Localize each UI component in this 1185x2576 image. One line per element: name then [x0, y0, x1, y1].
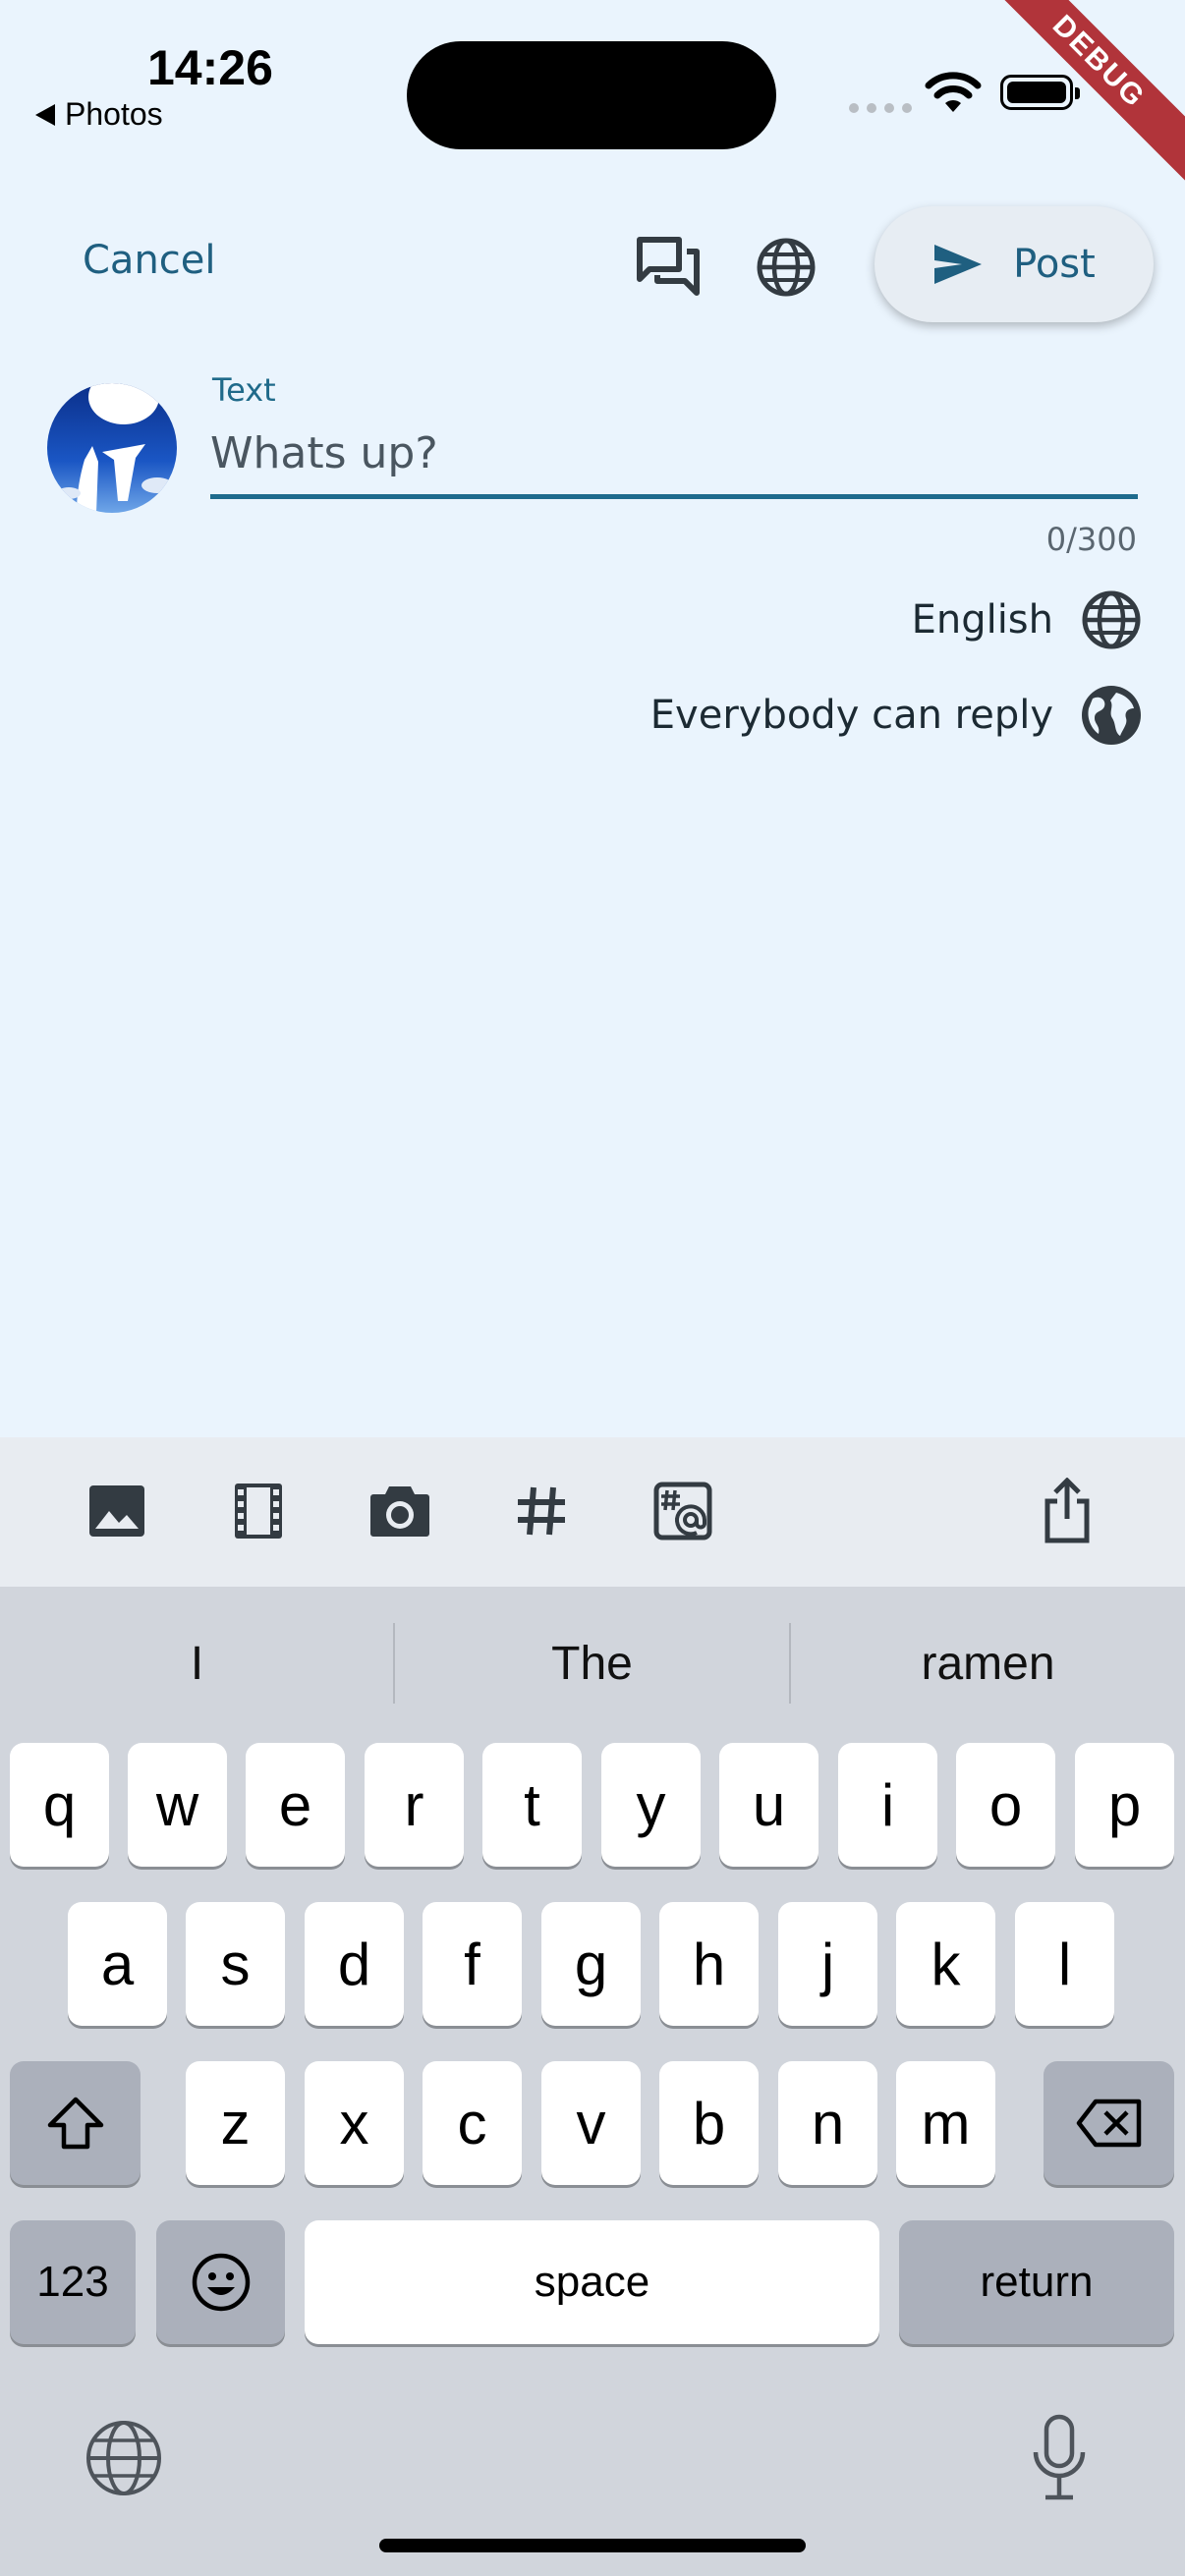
- microphone-icon: [1033, 2414, 1086, 2500]
- globe-icon: [1082, 590, 1141, 649]
- key-v[interactable]: v: [541, 2061, 641, 2185]
- key-l[interactable]: l: [1015, 1902, 1114, 2026]
- key-e[interactable]: e: [246, 1743, 345, 1867]
- language-button[interactable]: [751, 232, 821, 303]
- quote-reply-button[interactable]: [633, 232, 704, 303]
- add-video-button[interactable]: [223, 1476, 294, 1546]
- forum-icon: [637, 237, 700, 296]
- globe-icon: [86, 2421, 161, 2495]
- language-label: English: [911, 597, 1053, 643]
- image-icon: [89, 1485, 144, 1537]
- add-image-button[interactable]: [82, 1476, 152, 1546]
- home-indicator[interactable]: [379, 2539, 806, 2552]
- dictation-button[interactable]: [1018, 2409, 1100, 2507]
- mention-tag-button[interactable]: [648, 1476, 718, 1546]
- camera-button[interactable]: [365, 1476, 435, 1546]
- globe-icon: [757, 238, 816, 297]
- backspace-key[interactable]: [1044, 2061, 1174, 2185]
- suggestion-1[interactable]: I: [0, 1616, 394, 1710]
- camera-icon: [370, 1486, 429, 1537]
- key-b[interactable]: b: [659, 2061, 759, 2185]
- shift-key[interactable]: [10, 2061, 141, 2185]
- key-m[interactable]: m: [896, 2061, 995, 2185]
- key-y[interactable]: y: [601, 1743, 701, 1867]
- emoji-icon: [192, 2253, 250, 2312]
- post-button[interactable]: Post: [875, 206, 1154, 322]
- key-t[interactable]: t: [482, 1743, 582, 1867]
- compose-accessory-bar: [0, 1437, 1185, 1587]
- numbers-key[interactable]: 123: [10, 2220, 136, 2344]
- key-w[interactable]: w: [128, 1743, 227, 1867]
- key-j[interactable]: j: [778, 1902, 877, 2026]
- shift-icon: [47, 2097, 103, 2150]
- key-z[interactable]: z: [186, 2061, 285, 2185]
- emoji-key[interactable]: [156, 2220, 285, 2344]
- key-c[interactable]: c: [423, 2061, 522, 2185]
- key-x[interactable]: x: [305, 2061, 404, 2185]
- key-f[interactable]: f: [423, 1902, 522, 2026]
- key-k[interactable]: k: [896, 1902, 995, 2026]
- character-counter: 0/300: [1045, 521, 1137, 558]
- key-i[interactable]: i: [838, 1743, 937, 1867]
- key-h[interactable]: h: [659, 1902, 759, 2026]
- avatar-image: [47, 383, 177, 513]
- cancel-button[interactable]: Cancel: [83, 238, 216, 283]
- battery-icon: [1000, 75, 1080, 110]
- back-triangle-icon: [35, 103, 55, 126]
- hashtag-mention-icon: [653, 1482, 712, 1540]
- key-n[interactable]: n: [778, 2061, 877, 2185]
- key-s[interactable]: s: [186, 1902, 285, 2026]
- share-icon: [1044, 1478, 1090, 1543]
- wifi-icon: [925, 72, 982, 112]
- return-key[interactable]: return: [899, 2220, 1174, 2344]
- key-p[interactable]: p: [1075, 1743, 1174, 1867]
- send-icon: [934, 245, 983, 284]
- share-button[interactable]: [1032, 1476, 1102, 1546]
- status-time: 14:26: [147, 40, 273, 95]
- key-u[interactable]: u: [719, 1743, 818, 1867]
- reply-setting-selector[interactable]: Everybody can reply: [650, 685, 1142, 746]
- post-text-input[interactable]: [210, 413, 1138, 499]
- suggestion-3[interactable]: ramen: [791, 1616, 1185, 1710]
- backspace-icon: [1076, 2099, 1141, 2148]
- add-hashtag-button[interactable]: [506, 1476, 577, 1546]
- hashtag-icon: [518, 1486, 565, 1536]
- signal-dots-icon: [849, 103, 912, 113]
- suggestion-2[interactable]: The: [395, 1616, 789, 1710]
- film-icon: [235, 1484, 282, 1539]
- space-key[interactable]: space: [305, 2220, 879, 2344]
- key-d[interactable]: d: [305, 1902, 404, 2026]
- language-selector[interactable]: English: [912, 589, 1142, 650]
- key-o[interactable]: o: [956, 1743, 1055, 1867]
- reply-setting-label: Everybody can reply: [649, 693, 1053, 738]
- key-g[interactable]: g: [541, 1902, 641, 2026]
- keyboard-language-button[interactable]: [83, 2417, 165, 2499]
- key-a[interactable]: a: [68, 1902, 167, 2026]
- post-button-label: Post: [1013, 242, 1096, 287]
- back-to-photos-link[interactable]: Photos: [35, 96, 163, 133]
- back-to-photos-label: Photos: [65, 96, 163, 132]
- public-globe-icon: [1082, 686, 1141, 745]
- key-r[interactable]: r: [365, 1743, 464, 1867]
- key-q[interactable]: q: [10, 1743, 109, 1867]
- user-avatar[interactable]: [47, 383, 177, 513]
- text-field-label: Text: [212, 371, 276, 409]
- dynamic-island: [407, 41, 776, 149]
